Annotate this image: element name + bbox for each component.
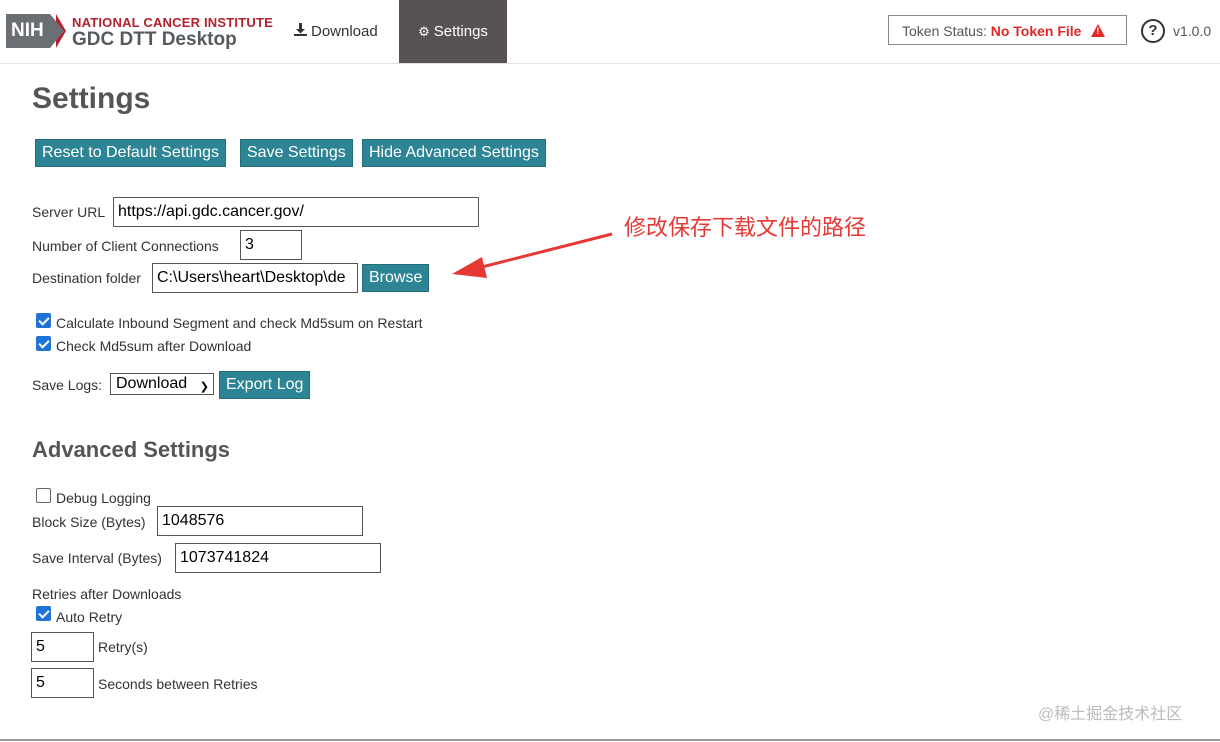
- tab-settings-label: Settings: [433, 23, 488, 40]
- save-interval-label: Save Interval (Bytes): [32, 550, 162, 566]
- md5-download-checkbox[interactable]: [36, 336, 51, 351]
- download-icon: [294, 0, 307, 63]
- brand-institute: NATIONAL CANCER INSTITUTE: [72, 15, 273, 30]
- retry-seconds-input[interactable]: [31, 668, 94, 698]
- tab-settings[interactable]: ⚙ Settings: [399, 0, 507, 63]
- debug-logging-label: Debug Logging: [56, 490, 151, 506]
- server-url-label: Server URL: [32, 204, 106, 220]
- bottom-divider: [0, 739, 1220, 741]
- gear-icon: ⚙: [418, 24, 430, 39]
- md5-download-label: Check Md5sum after Download: [56, 338, 252, 354]
- save-logs-label: Save Logs:: [32, 377, 103, 393]
- client-connections-label: Number of Client Connections: [32, 238, 219, 254]
- debug-logging-checkbox[interactable]: [36, 488, 51, 503]
- client-connections-input[interactable]: [240, 230, 302, 260]
- annotation-arrow: [452, 232, 613, 278]
- server-url-input[interactable]: [113, 197, 479, 227]
- retries-heading: Retries after Downloads: [32, 586, 182, 602]
- block-size-label: Block Size (Bytes): [32, 514, 146, 530]
- export-log-button[interactable]: Export Log: [219, 371, 311, 399]
- destination-folder-input[interactable]: [152, 263, 358, 293]
- reset-defaults-button[interactable]: Reset to Default Settings: [35, 139, 226, 167]
- brand-app-name: GDC DTT Desktop: [72, 29, 237, 50]
- app-version: v1.0.0: [1173, 23, 1212, 39]
- hide-advanced-button[interactable]: Hide Advanced Settings: [362, 139, 546, 167]
- annotation-text: 修改保存下载文件的路径: [624, 215, 867, 240]
- warning-icon: !: [1091, 24, 1106, 37]
- chevron-down-icon: ❯: [199, 381, 209, 393]
- browse-button[interactable]: Browse: [362, 264, 430, 292]
- save-interval-input[interactable]: [175, 543, 381, 573]
- block-size-input[interactable]: [157, 506, 363, 536]
- retry-count-input[interactable]: [31, 632, 94, 662]
- retry-count-label: Retry(s): [98, 639, 148, 655]
- md5-restart-checkbox[interactable]: [36, 313, 51, 328]
- nih-logo: NIH: [6, 14, 50, 48]
- watermark: @稀土掘金技术社区: [1038, 706, 1183, 723]
- help-icon[interactable]: ?: [1141, 19, 1165, 43]
- save-settings-button[interactable]: Save Settings: [240, 139, 353, 167]
- retry-seconds-label: Seconds between Retries: [98, 676, 258, 692]
- token-status-box: Token Status: No Token File !: [888, 15, 1127, 45]
- md5-restart-label: Calculate Inbound Segment and check Md5s…: [56, 315, 423, 331]
- save-logs-selected: Download: [116, 375, 188, 392]
- app-header: NIH NATIONAL CANCER INSTITUTE GDC DTT De…: [0, 0, 1220, 64]
- save-logs-select[interactable]: Download ❯: [110, 373, 214, 395]
- logo-chevron: [50, 14, 64, 48]
- auto-retry-checkbox[interactable]: [36, 606, 51, 621]
- tab-download[interactable]: Download: [294, 0, 394, 63]
- token-status-label: Token Status:: [902, 23, 987, 39]
- auto-retry-label: Auto Retry: [56, 609, 123, 625]
- token-status-value: No Token File: [990, 23, 1082, 39]
- page-title: Settings: [32, 82, 151, 115]
- advanced-settings-title: Advanced Settings: [32, 437, 231, 462]
- destination-folder-label: Destination folder: [32, 270, 141, 286]
- tab-download-label: Download: [311, 23, 378, 40]
